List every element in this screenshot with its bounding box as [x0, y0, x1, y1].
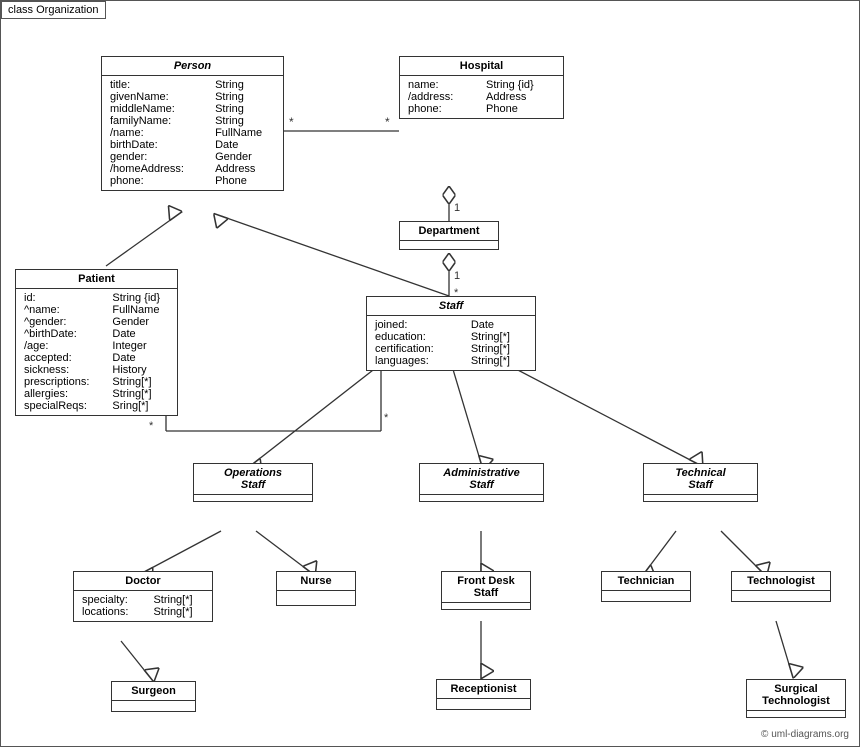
class-patient-header: Patient — [16, 270, 177, 289]
class-administrative-staff-body — [420, 495, 543, 501]
class-surgeon: Surgeon — [111, 681, 196, 712]
class-person-body: title:String givenName:String middleName… — [102, 76, 283, 190]
svg-text:*: * — [149, 420, 154, 432]
class-staff: Staff joined:Date education:String[*] ce… — [366, 296, 536, 371]
class-administrative-staff-header: Administrative Staff — [420, 464, 543, 495]
class-front-desk-staff-body — [442, 603, 530, 609]
class-surgical-technologist-header: Surgical Technologist — [747, 680, 845, 711]
class-surgeon-header: Surgeon — [112, 682, 195, 701]
class-hospital-body: name:String {id} /address:Address phone:… — [400, 76, 563, 118]
class-front-desk-staff-header: Front Desk Staff — [442, 572, 530, 603]
class-department: Department — [399, 221, 499, 250]
class-operations-staff-header: Operations Staff — [194, 464, 312, 495]
copyright: © uml-diagrams.org — [761, 729, 849, 740]
class-administrative-staff: Administrative Staff — [419, 463, 544, 502]
class-department-body — [400, 241, 498, 249]
class-technician-body — [602, 591, 690, 601]
class-technologist: Technologist — [731, 571, 831, 602]
class-surgical-technologist: Surgical Technologist — [746, 679, 846, 718]
class-doctor-header: Doctor — [74, 572, 212, 591]
class-operations-staff-body — [194, 495, 312, 501]
class-technical-staff-body — [644, 495, 757, 501]
class-technical-staff: Technical Staff — [643, 463, 758, 502]
class-surgical-technologist-body — [747, 711, 845, 717]
class-hospital: Hospital name:String {id} /address:Addre… — [399, 56, 564, 119]
class-technician: Technician — [601, 571, 691, 602]
class-technologist-body — [732, 591, 830, 601]
class-person-header: Person — [102, 57, 283, 76]
class-doctor: Doctor specialty:String[*] locations:Str… — [73, 571, 213, 622]
class-operations-staff: Operations Staff — [193, 463, 313, 502]
class-technologist-header: Technologist — [732, 572, 830, 591]
svg-text:*: * — [385, 115, 390, 129]
class-nurse-header: Nurse — [277, 572, 355, 591]
class-nurse-body — [277, 591, 355, 605]
class-surgeon-body — [112, 701, 195, 711]
class-person: Person title:String givenName:String mid… — [101, 56, 284, 191]
class-technical-staff-header: Technical Staff — [644, 464, 757, 495]
svg-text:*: * — [384, 412, 389, 424]
class-receptionist: Receptionist — [436, 679, 531, 710]
class-patient-body: id:String {id} ^name:FullName ^gender:Ge… — [16, 289, 177, 415]
class-front-desk-staff: Front Desk Staff — [441, 571, 531, 610]
class-nurse: Nurse — [276, 571, 356, 606]
diagram-title: class Organization — [1, 1, 106, 19]
class-patient: Patient id:String {id} ^name:FullName ^g… — [15, 269, 178, 416]
svg-text:*: * — [289, 115, 294, 129]
class-technician-header: Technician — [602, 572, 690, 591]
svg-text:1: 1 — [454, 270, 460, 282]
class-receptionist-header: Receptionist — [437, 680, 530, 699]
class-hospital-header: Hospital — [400, 57, 563, 76]
class-doctor-body: specialty:String[*] locations:String[*] — [74, 591, 212, 621]
class-staff-header: Staff — [367, 297, 535, 316]
class-staff-body: joined:Date education:String[*] certific… — [367, 316, 535, 370]
class-receptionist-body — [437, 699, 530, 709]
diagram-container: class Organization * * — [0, 0, 860, 747]
class-department-header: Department — [400, 222, 498, 241]
svg-text:1: 1 — [454, 202, 460, 214]
